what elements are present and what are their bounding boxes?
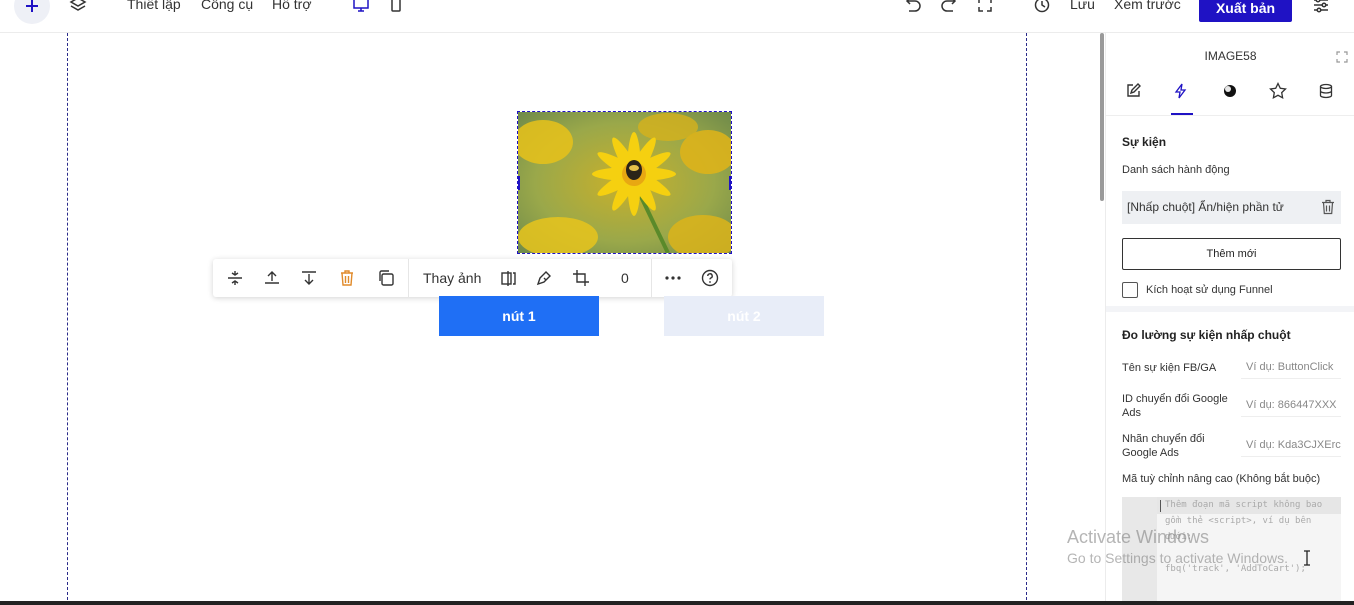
left-guide-line: [67, 33, 68, 605]
flower-image: [518, 112, 731, 253]
action-item[interactable]: [Nhấp chuột] Ẩn/hiện phần tử: [1122, 191, 1341, 224]
google-ads-id-input[interactable]: Ví dụ: 866447XXX: [1241, 395, 1341, 417]
menu-settings[interactable]: Thiết lập: [127, 0, 181, 12]
action-list-label: Danh sách hành động: [1122, 164, 1230, 176]
rotation-value[interactable]: 0: [621, 270, 629, 286]
events-tab-icon[interactable]: [1171, 81, 1191, 101]
taskbar-edge: [0, 601, 1354, 605]
style-tab-icon[interactable]: [1220, 81, 1240, 101]
resize-handle-left[interactable]: [518, 176, 520, 190]
save-button[interactable]: Lưu: [1070, 0, 1095, 12]
funnel-checkbox-label: Kích hoạt sử dụng Funnel: [1146, 284, 1273, 296]
events-section-title: Sự kiện: [1122, 135, 1167, 149]
google-ads-label-label: Nhãn chuyển đổi Google Ads: [1122, 433, 1205, 459]
top-toolbar: Thiết lập Công cụ Hỗ trợ Lưu Xem trước X…: [0, 0, 1354, 33]
fullscreen-icon[interactable]: [974, 0, 996, 16]
measure-section-title: Đo lường sự kiện nhấp chuột: [1122, 328, 1291, 342]
button-2[interactable]: nút 2: [664, 296, 824, 336]
properties-panel: IMAGE58 Sự kiện Danh sách hành động [Nhấ…: [1105, 33, 1354, 605]
section-divider: [1106, 306, 1354, 312]
undo-icon[interactable]: [902, 0, 924, 16]
align-top-icon[interactable]: [262, 268, 282, 288]
trash-icon[interactable]: [1321, 199, 1335, 215]
edit-tab-icon[interactable]: [1123, 81, 1143, 101]
editor-canvas[interactable]: Thay ảnh 0 nút 1 nút 2: [0, 33, 1100, 605]
menu-tools[interactable]: Công cụ: [201, 0, 253, 12]
align-bottom-icon[interactable]: [299, 268, 319, 288]
crop-icon[interactable]: [571, 268, 591, 288]
google-ads-label-input[interactable]: Ví dụ: Kda3CJXErc: [1241, 435, 1341, 457]
code-placeholder-line: Thêm đoạn mã script không bao: [1165, 500, 1323, 510]
menu-support[interactable]: Hỗ trợ: [272, 0, 312, 12]
activate-windows-subtext: Go to Settings to activate Windows.: [1067, 550, 1288, 566]
align-middle-icon[interactable]: [225, 268, 245, 288]
database-tab-icon[interactable]: [1316, 81, 1336, 101]
element-title: IMAGE58: [1204, 49, 1257, 63]
publish-button[interactable]: Xuất bản: [1199, 0, 1292, 22]
add-new-action-button[interactable]: Thêm mới: [1122, 238, 1341, 270]
mobile-view-icon[interactable]: [385, 0, 407, 16]
more-icon[interactable]: [663, 268, 683, 288]
preview-button[interactable]: Xem trước: [1114, 0, 1181, 12]
toolbar-separator: [651, 259, 652, 297]
custom-code-label: Mã tuỳ chỉnh nâng cao (Không bắt buộc): [1122, 473, 1321, 485]
code-placeholder-line: gồm thẻ <script>, ví dụ bên: [1165, 516, 1312, 526]
help-icon[interactable]: [700, 268, 720, 288]
history-icon[interactable]: [1031, 0, 1053, 16]
layers-icon[interactable]: [67, 0, 89, 16]
activate-windows-watermark: Activate Windows: [1067, 527, 1210, 547]
right-guide-line: [1026, 33, 1027, 605]
text-cursor: [1160, 500, 1161, 512]
action-item-label: [Nhấp chuột] Ẩn/hiện phần tử: [1127, 200, 1284, 214]
resize-handle-right[interactable]: [729, 176, 731, 190]
desktop-view-icon[interactable]: [350, 0, 372, 16]
delete-icon[interactable]: [337, 268, 357, 288]
redo-icon[interactable]: [938, 0, 960, 16]
duplicate-icon[interactable]: [376, 268, 396, 288]
image-toolbar: Thay ảnh 0: [213, 259, 732, 297]
fb-event-input[interactable]: Ví dụ: ButtonClick: [1241, 357, 1341, 379]
canvas-scrollbar[interactable]: [1100, 33, 1104, 201]
add-element-button[interactable]: [14, 0, 50, 24]
plus-icon: [26, 0, 38, 12]
button-1[interactable]: nút 1: [439, 296, 599, 336]
sliders-icon[interactable]: [1310, 0, 1332, 16]
flip-icon[interactable]: [498, 268, 518, 288]
star-tab-icon[interactable]: [1268, 81, 1288, 101]
replace-image-button[interactable]: Thay ảnh: [423, 270, 481, 286]
tabs-divider: [1106, 115, 1354, 116]
pen-icon[interactable]: [534, 268, 554, 288]
funnel-checkbox[interactable]: [1122, 282, 1138, 298]
ibeam-cursor-icon: [1303, 550, 1311, 566]
fb-event-label: Tên sự kiện FB/GA: [1122, 362, 1217, 374]
toolbar-separator: [408, 259, 409, 297]
selected-image-element[interactable]: [517, 111, 732, 254]
google-ads-id-label: ID chuyển đổi Google Ads: [1122, 393, 1228, 419]
expand-icon[interactable]: [1336, 50, 1348, 63]
